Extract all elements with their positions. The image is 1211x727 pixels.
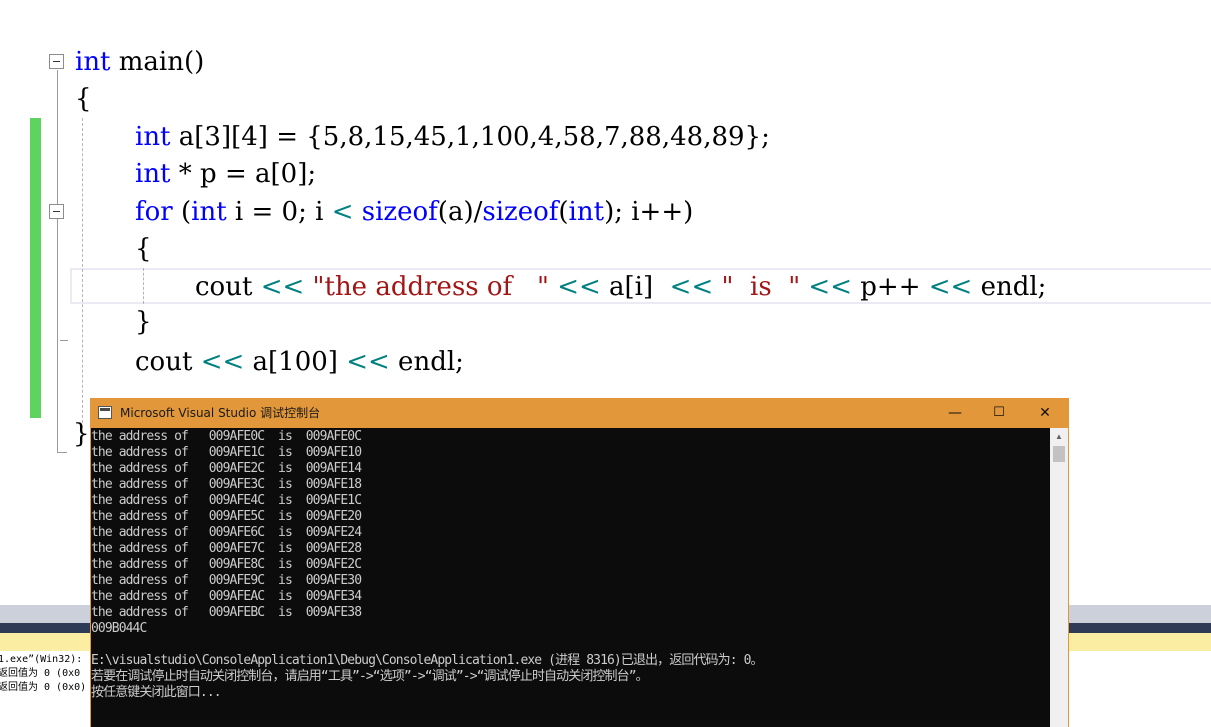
debug-console-window[interactable]: Microsoft Visual Studio 调试控制台 — ☐ ✕ the …	[90, 398, 1069, 727]
keyword-token: int	[568, 197, 605, 227]
change-tracking-bar	[30, 118, 41, 418]
code-line: int * p = a[0];	[135, 155, 316, 193]
console-line: the address of 009AFE3C is 009AFE18	[91, 477, 362, 492]
code-token: a[3][4] = {5,8,15,45,1,100,4,58,7,88,48,…	[170, 122, 770, 152]
fold-line-main	[57, 70, 58, 453]
keyword-token: int	[75, 47, 111, 77]
code-line: int a[3][4] = {5,8,15,45,1,100,4,58,7,88…	[135, 118, 770, 156]
console-line: the address of 009AFE0C is 009AFE0C	[91, 429, 362, 444]
code-token: {	[135, 234, 152, 264]
keyword-token: int	[191, 197, 227, 227]
collapse-for-icon[interactable]	[49, 204, 64, 219]
operator-token: <<	[669, 272, 714, 302]
code-line: for (int i = 0; i < sizeof(a)/sizeof(int…	[135, 193, 693, 231]
keyword-token: for	[135, 197, 173, 227]
console-titlebar[interactable]: Microsoft Visual Studio 调试控制台 — ☐ ✕	[90, 398, 1069, 428]
code-line: }	[135, 303, 152, 341]
fold-line-for-end	[60, 340, 68, 341]
console-scrollbar[interactable]: ▲	[1050, 428, 1068, 727]
code-line: int main()	[75, 43, 204, 81]
console-line: the address of 009AFE9C is 009AFE30	[91, 573, 362, 588]
operator-token: <<	[808, 272, 852, 302]
console-line: the address of 009AFE6C is 009AFE24	[91, 525, 362, 540]
string-token: "the address of "	[312, 272, 549, 302]
code-line: }	[73, 415, 90, 453]
console-title: Microsoft Visual Studio 调试控制台	[120, 406, 321, 420]
console-line: 按任意键关闭此窗口...	[91, 685, 222, 700]
close-button[interactable]: ✕	[1022, 398, 1068, 428]
code-line: cout << "the address of " << a[i] << " i…	[195, 268, 1046, 306]
code-token: (	[558, 197, 569, 227]
code-token: * p = a[0];	[170, 159, 317, 189]
maximize-button[interactable]: ☐	[976, 398, 1022, 428]
scroll-up-arrow-icon[interactable]: ▲	[1050, 428, 1068, 445]
console-line: the address of 009AFE2C is 009AFE14	[91, 461, 362, 476]
code-token: ); i++)	[604, 197, 694, 227]
code-token: (a)/	[437, 197, 483, 227]
code-line: {	[75, 80, 92, 118]
operator-token: <<	[346, 347, 390, 377]
code-token: i = 0; i	[226, 197, 332, 227]
code-token: main()	[110, 47, 205, 77]
keyword-token: sizeof	[482, 197, 559, 227]
code-token: a[i]	[600, 272, 670, 302]
indent-guide-2	[143, 268, 144, 304]
output-line: 1.exe”(Win32):	[0, 654, 83, 665]
console-line: the address of 009AFE7C is 009AFE28	[91, 541, 362, 556]
code-token: (	[172, 197, 192, 227]
code-token: endl;	[389, 347, 464, 377]
indent-guide-1	[82, 118, 83, 428]
output-line: 返回值为 0 (0x0)	[0, 682, 87, 693]
console-line: E:\visualstudio\ConsoleApplication1\Debu…	[91, 653, 764, 668]
code-line: cout << a[100] << endl;	[135, 343, 464, 381]
code-token: cout	[135, 347, 201, 377]
code-token: cout	[195, 272, 261, 302]
operator-token: <<	[928, 272, 973, 302]
operator-token: <<	[260, 272, 305, 302]
console-line: the address of 009AFEBC is 009AFE38	[91, 605, 362, 620]
code-token: {	[75, 84, 92, 114]
keyword-token: int	[135, 159, 171, 189]
keyword-token: sizeof	[361, 197, 438, 227]
console-line: 若要在调试停止时自动关闭控制台，请启用“工具”->“选项”->“调试”->“调试…	[91, 669, 649, 684]
console-line: the address of 009AFE5C is 009AFE20	[91, 509, 362, 524]
scroll-thumb[interactable]	[1053, 446, 1065, 462]
minimize-button[interactable]: —	[932, 398, 978, 428]
console-line: the address of 009AFE4C is 009AFE1C	[91, 493, 362, 508]
console-app-icon	[98, 406, 112, 419]
console-line: the address of 009AFE8C is 009AFE2C	[91, 557, 362, 572]
console-output[interactable]: the address of 009AFE0C is 009AFE0C the a…	[91, 428, 1050, 727]
code-token: p++	[852, 272, 929, 302]
code-token: a[100]	[244, 347, 347, 377]
string-token: " is "	[721, 272, 801, 302]
output-line: 返回值为 0 (0x0	[0, 668, 81, 679]
operator-token: <<	[557, 272, 601, 302]
code-token: }	[73, 419, 90, 449]
operator-token: <	[331, 197, 354, 227]
console-line: 009B044C	[91, 621, 147, 636]
code-token: }	[135, 307, 152, 337]
console-line: the address of 009AFEAC is 009AFE34	[91, 589, 362, 604]
operator-token: <<	[200, 347, 245, 377]
keyword-token: int	[135, 122, 171, 152]
code-token: endl;	[972, 272, 1047, 302]
code-line: {	[135, 230, 152, 268]
console-line: the address of 009AFE1C is 009AFE10	[91, 445, 362, 460]
collapse-main-icon[interactable]	[49, 54, 64, 69]
fold-line-main-end	[57, 452, 67, 453]
